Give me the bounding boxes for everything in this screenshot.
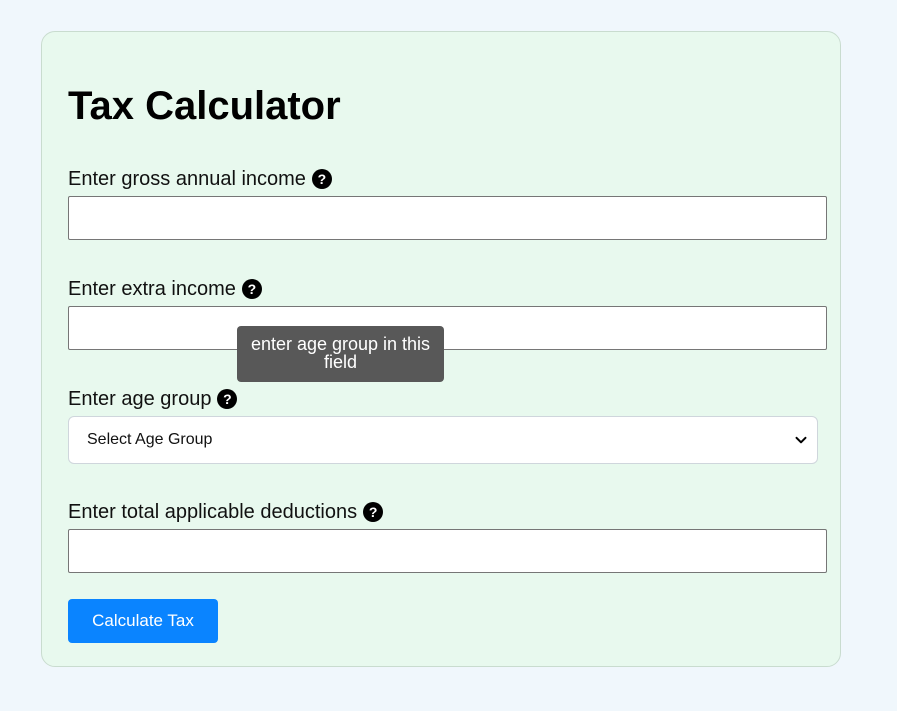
extra-income-label: Enter extra income ? xyxy=(68,277,262,301)
age-group-selected-value: Select Age Group xyxy=(87,431,213,448)
gross-income-help-icon[interactable]: ? xyxy=(311,169,332,189)
chevron-down-icon xyxy=(795,436,807,444)
tax-calculator-card: Tax Calculator Enter gross annual income… xyxy=(41,31,841,667)
age-group-label: Enter age group ? xyxy=(68,387,238,411)
extra-income-input[interactable] xyxy=(68,306,827,350)
age-group-help-icon[interactable]: ? xyxy=(217,389,238,409)
calculate-tax-button[interactable]: Calculate Tax xyxy=(68,599,218,643)
gross-income-label-text: Enter gross annual income xyxy=(68,168,306,190)
deductions-label-text: Enter total applicable deductions xyxy=(68,501,358,523)
gross-income-label: Enter gross annual income ? xyxy=(68,167,332,191)
gross-income-input[interactable] xyxy=(68,196,827,240)
deductions-input[interactable] xyxy=(68,529,827,573)
deductions-label: Enter total applicable deductions ? xyxy=(68,500,384,524)
page-title: Tax Calculator xyxy=(68,84,341,128)
age-group-label-text: Enter age group xyxy=(68,388,212,410)
deductions-help-icon[interactable]: ? xyxy=(363,502,384,522)
extra-income-help-icon[interactable]: ? xyxy=(241,279,262,299)
age-group-select[interactable]: Select Age Group xyxy=(68,416,818,464)
age-group-tooltip: enter age group in this field xyxy=(237,326,444,382)
extra-income-label-text: Enter extra income xyxy=(68,278,236,300)
